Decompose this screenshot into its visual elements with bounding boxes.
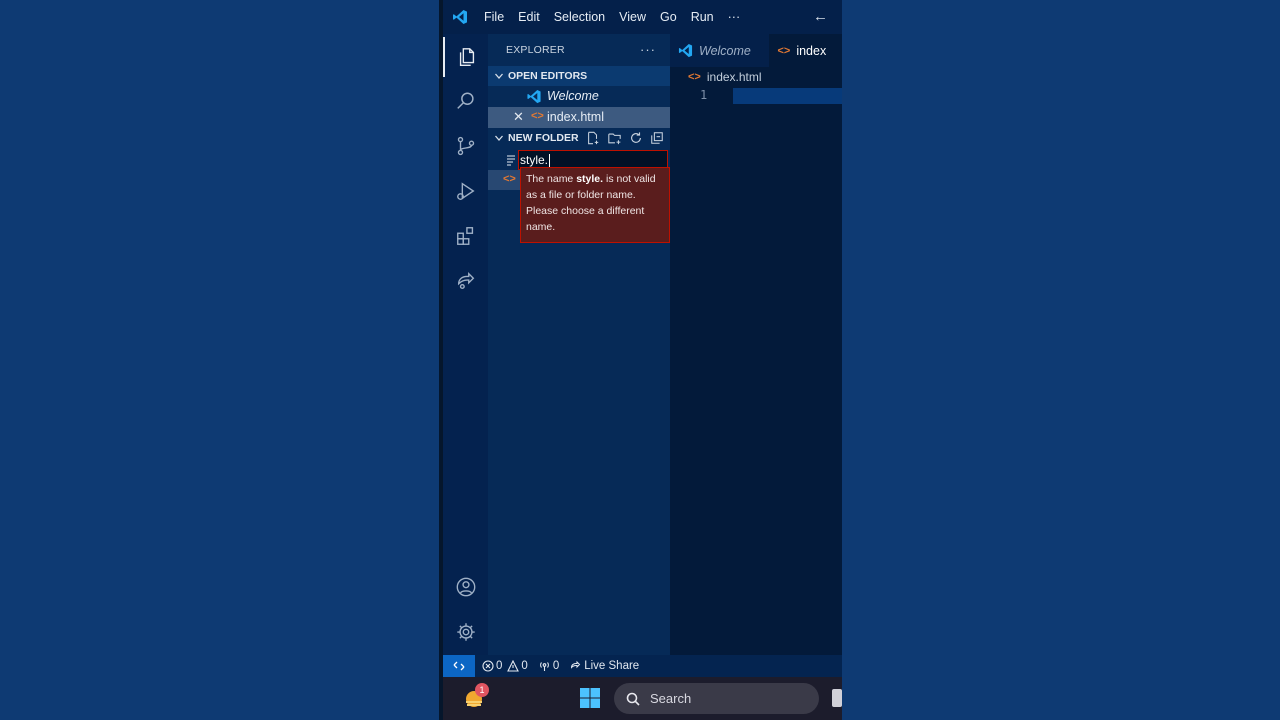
warning-count: 0 (521, 660, 528, 672)
tab-welcome[interactable]: Welcome (670, 34, 770, 67)
editor-line[interactable]: 1 (670, 87, 842, 105)
tab-label: Welcome (699, 43, 751, 58)
open-editor-item-welcome[interactable]: Welcome (488, 86, 670, 107)
collapse-all-icon[interactable] (650, 131, 664, 148)
problems-indicator[interactable]: 0 0 (482, 660, 528, 672)
account-icon[interactable] (443, 567, 488, 607)
weather-widget-icon[interactable]: 1 (461, 683, 489, 713)
back-arrow-icon[interactable]: ← (813, 8, 828, 25)
folder-label: NEW FOLDER (508, 132, 579, 144)
search-icon (626, 692, 640, 706)
rename-input-value: style. (520, 153, 549, 167)
hidden-file-row[interactable]: <> (488, 170, 520, 190)
error-text-prefix: The name (526, 173, 577, 185)
new-file-icon[interactable] (586, 131, 600, 148)
vscode-icon (526, 89, 542, 107)
run-debug-icon[interactable] (443, 171, 488, 211)
validation-error-message: The name style. is not valid as a file o… (520, 167, 670, 243)
error-text-name: style. (576, 173, 604, 185)
explorer-more-button[interactable]: ··· (640, 42, 656, 57)
taskbar: 1 Search (443, 677, 842, 720)
menu-go[interactable]: Go (653, 10, 684, 24)
text-file-icon (506, 153, 516, 171)
open-editor-item-index[interactable]: ✕ <> index.html (488, 107, 670, 128)
vscode-icon (678, 43, 693, 58)
live-share-icon (571, 660, 581, 669)
folder-actions (586, 131, 664, 148)
search-label: Search (650, 691, 692, 706)
editor-tabs: Welcome <> index (670, 34, 842, 67)
taskbar-search-box[interactable]: Search (614, 683, 819, 714)
remote-indicator-icon[interactable] (443, 655, 475, 677)
text-cursor (549, 153, 551, 167)
open-editor-label: Welcome (547, 89, 599, 103)
ports-indicator[interactable]: 0 (538, 660, 559, 672)
open-editors-header[interactable]: OPEN EDITORS (488, 66, 670, 86)
vscode-logo-icon (443, 9, 477, 25)
html-file-icon: <> (688, 71, 701, 83)
html-file-icon: <> (503, 173, 516, 185)
error-count: 0 (496, 660, 503, 672)
broadcast-icon (539, 662, 549, 671)
breadcrumb[interactable]: <> index.html (688, 68, 762, 86)
explorer-icon[interactable] (443, 37, 488, 77)
menu-edit[interactable]: Edit (511, 10, 547, 24)
refresh-icon[interactable] (629, 131, 643, 148)
open-editor-label: index.html (547, 110, 604, 124)
warning-icon (507, 660, 520, 672)
current-line-highlight (733, 88, 842, 104)
html-file-icon: <> (531, 110, 544, 122)
close-icon[interactable]: ✕ (513, 109, 524, 125)
chevron-down-icon (492, 71, 506, 81)
chevron-down-icon (492, 133, 506, 143)
menu-view[interactable]: View (612, 10, 653, 24)
html-file-icon: <> (777, 44, 791, 57)
explorer-title: EXPLORER ··· (488, 34, 670, 66)
line-number: 1 (700, 88, 708, 102)
settings-gear-icon[interactable] (443, 612, 488, 652)
activity-bar (443, 34, 488, 655)
explorer-sidebar: EXPLORER ··· OPEN EDITORS Welcome ✕ <> i… (488, 34, 670, 655)
status-bar: 0 0 0 Live Share (443, 655, 842, 677)
live-share-status[interactable]: Live Share (569, 660, 639, 672)
notification-badge: 1 (475, 683, 489, 697)
taskbar-app-icon[interactable] (832, 689, 842, 707)
live-share-icon[interactable] (443, 261, 488, 301)
explorer-title-label: EXPLORER (506, 44, 565, 56)
vscode-window: File Edit Selection View Go Run ··· ← EX… (443, 0, 842, 720)
folder-header[interactable]: NEW FOLDER (488, 128, 670, 148)
breadcrumb-label: index.html (706, 70, 762, 84)
extensions-icon[interactable] (443, 216, 488, 256)
open-editors-label: OPEN EDITORS (508, 70, 588, 82)
source-control-icon[interactable] (443, 126, 488, 166)
menu-file[interactable]: File (477, 10, 511, 24)
new-folder-icon[interactable] (607, 131, 622, 148)
tab-label: index (796, 43, 827, 58)
menu-more-button[interactable]: ··· (721, 10, 748, 24)
search-icon[interactable] (443, 81, 488, 121)
tab-index[interactable]: <> index (769, 34, 842, 67)
menu-run[interactable]: Run (684, 10, 721, 24)
windows-start-icon[interactable] (579, 687, 603, 711)
title-bar: File Edit Selection View Go Run ··· ← (443, 0, 842, 34)
error-icon (482, 660, 494, 672)
ports-count: 0 (552, 660, 560, 672)
live-share-label: Live Share (584, 660, 640, 672)
menu-selection[interactable]: Selection (547, 10, 612, 24)
